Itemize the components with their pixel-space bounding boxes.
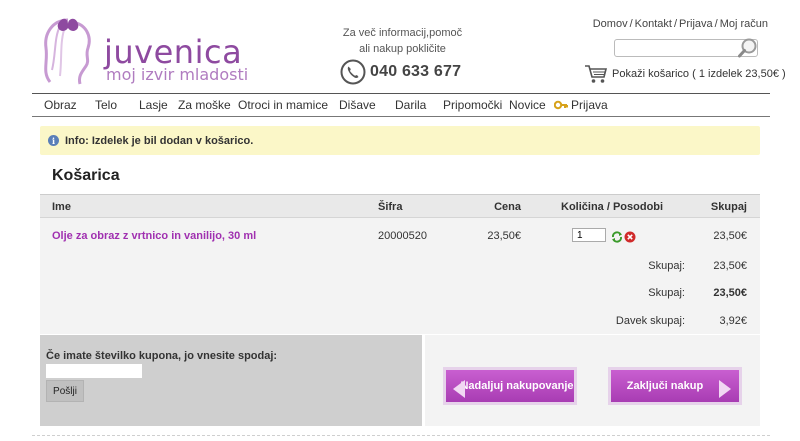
link-login[interactable]: Prijava [679, 18, 713, 30]
coupon-panel: Če imate številko kupona, jo vnesite spo… [40, 335, 422, 426]
contact-info: Za več informacij,pomoč ali nakup poklič… [330, 25, 475, 57]
coupon-submit-button[interactable]: Pošlji [46, 380, 84, 402]
info-text: Info: Izdelek je bil dodan v košarico. [65, 134, 254, 147]
top-links: Domov / Kontakt / Prijava / Moj račun [593, 18, 768, 30]
subtotal-label: Skupaj: [648, 260, 685, 272]
link-home[interactable]: Domov [593, 18, 628, 30]
phone-number[interactable]: 040 633 677 [370, 63, 461, 81]
action-buttons: Nadaljuj nakupovanje Zaključi nakup [425, 335, 760, 426]
column-header-name: Ime [52, 201, 71, 213]
arrow-left-icon [453, 380, 465, 398]
separator: / [714, 18, 718, 30]
footer-divider [32, 435, 770, 436]
info-message: i Info: Izdelek je bil dodan v košarico. [40, 126, 760, 155]
link-contact[interactable]: Kontakt [635, 18, 672, 30]
product-name-link[interactable]: Olje za obraz z vrtnico in vanilijo, 30 … [52, 230, 256, 242]
nav-item-lasje[interactable]: Lasje [139, 98, 168, 112]
search-box [614, 37, 759, 59]
quantity-input[interactable] [572, 228, 606, 242]
update-icon[interactable] [611, 231, 623, 243]
nav-item-prijava-label: Prijava [571, 98, 608, 112]
site-logo[interactable]: juvenica moj izvir mladosti [38, 14, 248, 86]
arrow-right-icon [719, 380, 731, 398]
checkout-button[interactable]: Zaključi nakup [608, 367, 742, 405]
checkout-label: Zaključi nakup [626, 380, 704, 392]
info-icon: i [48, 135, 59, 146]
logo-face-icon [44, 18, 91, 85]
cart-label: Pokaži košarico [612, 68, 690, 80]
nav-item-pripomocki[interactable]: Pripomočki [443, 98, 502, 112]
cart-summary: ( 1 izdelek 23,50€ ) [692, 68, 786, 80]
nav-item-za-moske[interactable]: Za moške [178, 98, 231, 112]
search-icon[interactable] [737, 37, 759, 59]
phone-icon [340, 59, 366, 85]
product-price: 23,50€ [487, 230, 521, 242]
separator: / [629, 18, 633, 30]
nav-item-otroci-in-mamice[interactable]: Otroci in mamice [238, 98, 328, 112]
key-icon [554, 100, 568, 110]
contact-line-1: Za več informacij,pomoč [342, 27, 463, 39]
link-my-account[interactable]: Moj račun [720, 18, 768, 30]
nav-item-prijava[interactable]: Prijava [554, 98, 608, 112]
nav-item-novice[interactable]: Novice [509, 98, 546, 112]
subtotal-value: 23,50€ [713, 260, 747, 272]
coupon-label: Če imate številko kupona, jo vnesite spo… [46, 350, 278, 362]
total-label: Skupaj: [648, 287, 685, 299]
nav-item-darila[interactable]: Darila [395, 98, 426, 112]
total-value: 23,50€ [713, 287, 747, 299]
product-total: 23,50€ [713, 230, 747, 242]
logo-name: juvenica [104, 33, 243, 71]
column-header-sku: Šifra [378, 201, 403, 213]
column-header-quantity: Količina / Posodobi [561, 201, 664, 213]
tax-label: Davek skupaj: [615, 315, 685, 327]
tax-value: 3,92€ [719, 315, 747, 327]
search-input[interactable] [615, 40, 735, 56]
remove-icon[interactable] [624, 231, 636, 243]
cart-link[interactable]: Pokaži košarico ( 1 izdelek 23,50€ ) [584, 64, 786, 84]
coupon-input[interactable] [46, 364, 142, 378]
column-header-total: Skupaj [710, 201, 747, 213]
nav-item-telo[interactable]: Telo [95, 98, 117, 112]
main-nav: Obraz Telo Lasje Za moške Otroci in mami… [32, 93, 770, 117]
contact-line-2: ali nakup pokličite [359, 43, 446, 55]
shopping-cart-icon [585, 65, 608, 83]
table-header: Ime Šifra Cena Količina / Posodobi Skupa… [40, 194, 760, 218]
continue-shopping-button[interactable]: Nadaljuj nakupovanje [443, 367, 577, 405]
continue-shopping-label: Nadaljuj nakupovanje [460, 380, 574, 392]
nav-item-disave[interactable]: Dišave [339, 98, 376, 112]
product-sku: 20000520 [378, 230, 427, 242]
separator: / [673, 18, 678, 30]
nav-item-obraz[interactable]: Obraz [44, 98, 77, 112]
cart-table: Ime Šifra Cena Količina / Posodobi Skupa… [40, 194, 760, 334]
phone-block: 040 633 677 [340, 58, 461, 86]
page-title: Košarica [52, 167, 120, 184]
logo-tagline: moj izvir mladosti [106, 65, 249, 84]
column-header-price: Cena [494, 201, 521, 213]
